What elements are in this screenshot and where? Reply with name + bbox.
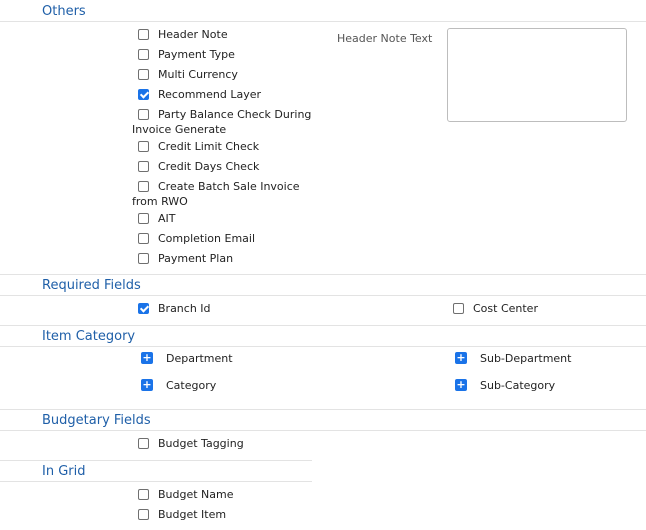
section-title-budgetary-fields: Budgetary Fields bbox=[42, 413, 151, 428]
credit-days-check-checkbox[interactable] bbox=[138, 161, 149, 172]
checkbox-row-budget-name[interactable]: Budget Name bbox=[138, 488, 234, 502]
header-note-text-label: Header Note Text bbox=[337, 32, 433, 45]
checkbox-label: Recommend Layer bbox=[158, 88, 262, 101]
section-title-in-grid: In Grid bbox=[42, 464, 86, 479]
budget-item-checkbox[interactable] bbox=[138, 509, 149, 520]
checkbox-row-party-balance-check[interactable]: Party Balance Check During bbox=[138, 108, 311, 122]
checkbox-label: AIT bbox=[158, 212, 176, 225]
section-title-required-fields: Required Fields bbox=[42, 278, 141, 293]
checkbox-label: Budget Item bbox=[158, 508, 227, 521]
checkbox-label: Budget Name bbox=[158, 488, 234, 501]
sub-category-label: Sub-Category bbox=[480, 379, 556, 392]
cost-center-checkbox[interactable] bbox=[453, 303, 464, 314]
checkbox-label: Cost Center bbox=[473, 302, 538, 315]
checkbox-row-cost-center[interactable]: Cost Center bbox=[453, 302, 538, 316]
checkbox-row-create-batch-sale-invoice[interactable]: Create Batch Sale Invoice bbox=[138, 180, 300, 194]
payment-type-checkbox[interactable] bbox=[138, 49, 149, 60]
branch-id-checkbox[interactable] bbox=[138, 303, 149, 314]
header-note-textarea[interactable] bbox=[447, 28, 627, 122]
add-sub-department-plus-icon[interactable]: + bbox=[455, 352, 467, 364]
checkbox-label: Multi Currency bbox=[158, 68, 238, 81]
ait-checkbox[interactable] bbox=[138, 213, 149, 224]
checkbox-label: Credit Limit Check bbox=[158, 140, 260, 153]
checkbox-row-completion-email[interactable]: Completion Email bbox=[138, 232, 255, 246]
budget-name-checkbox[interactable] bbox=[138, 489, 149, 500]
divider bbox=[0, 346, 646, 347]
checkbox-label-continuation: Invoice Generate bbox=[132, 123, 227, 136]
add-category-plus-icon[interactable]: + bbox=[141, 379, 153, 391]
multi-currency-checkbox[interactable] bbox=[138, 69, 149, 80]
divider bbox=[0, 460, 312, 461]
section-title-others: Others bbox=[42, 4, 86, 19]
checkbox-row-multi-currency[interactable]: Multi Currency bbox=[138, 68, 238, 82]
divider bbox=[0, 481, 312, 482]
checkbox-row-budget-item[interactable]: Budget Item bbox=[138, 508, 226, 522]
credit-limit-check-checkbox[interactable] bbox=[138, 141, 149, 152]
header-note-checkbox[interactable] bbox=[138, 29, 149, 40]
checkbox-label: Create Batch Sale Invoice bbox=[158, 180, 300, 193]
add-sub-category-plus-icon[interactable]: + bbox=[455, 379, 467, 391]
divider bbox=[0, 21, 646, 22]
checkbox-label: Payment Type bbox=[158, 48, 235, 61]
checkbox-label: Credit Days Check bbox=[158, 160, 260, 173]
checkbox-row-payment-plan[interactable]: Payment Plan bbox=[138, 252, 233, 266]
checkbox-label-continuation: from RWO bbox=[132, 195, 188, 208]
checkbox-label: Payment Plan bbox=[158, 252, 234, 265]
checkbox-label: Completion Email bbox=[158, 232, 256, 245]
checkbox-label: Budget Tagging bbox=[158, 437, 244, 450]
checkbox-label: Header Note bbox=[158, 28, 228, 41]
department-label: Department bbox=[166, 352, 233, 365]
divider bbox=[0, 295, 646, 296]
section-title-item-category: Item Category bbox=[42, 329, 136, 344]
party-balance-check-checkbox[interactable] bbox=[138, 109, 149, 120]
checkbox-row-credit-limit-check[interactable]: Credit Limit Check bbox=[138, 140, 259, 154]
divider bbox=[0, 325, 646, 326]
budget-tagging-checkbox[interactable] bbox=[138, 438, 149, 449]
checkbox-label: Party Balance Check During bbox=[158, 108, 312, 121]
divider bbox=[0, 274, 646, 275]
create-batch-sale-invoice-checkbox[interactable] bbox=[138, 181, 149, 192]
checkbox-row-ait[interactable]: AIT bbox=[138, 212, 176, 226]
checkbox-row-branch-id[interactable]: Branch Id bbox=[138, 302, 211, 316]
divider bbox=[0, 409, 646, 410]
add-department-plus-icon[interactable]: + bbox=[141, 352, 153, 364]
checkbox-row-credit-days-check[interactable]: Credit Days Check bbox=[138, 160, 259, 174]
checkbox-label: Branch Id bbox=[158, 302, 211, 315]
recommend-layer-checkbox[interactable] bbox=[138, 89, 149, 100]
checkbox-row-recommend-layer[interactable]: Recommend Layer bbox=[138, 88, 261, 102]
checkbox-row-payment-type[interactable]: Payment Type bbox=[138, 48, 235, 62]
checkbox-row-header-note[interactable]: Header Note bbox=[138, 28, 228, 42]
category-label: Category bbox=[166, 379, 217, 392]
payment-plan-checkbox[interactable] bbox=[138, 253, 149, 264]
divider bbox=[0, 430, 646, 431]
sub-department-label: Sub-Department bbox=[480, 352, 572, 365]
completion-email-checkbox[interactable] bbox=[138, 233, 149, 244]
checkbox-row-budget-tagging[interactable]: Budget Tagging bbox=[138, 437, 244, 451]
